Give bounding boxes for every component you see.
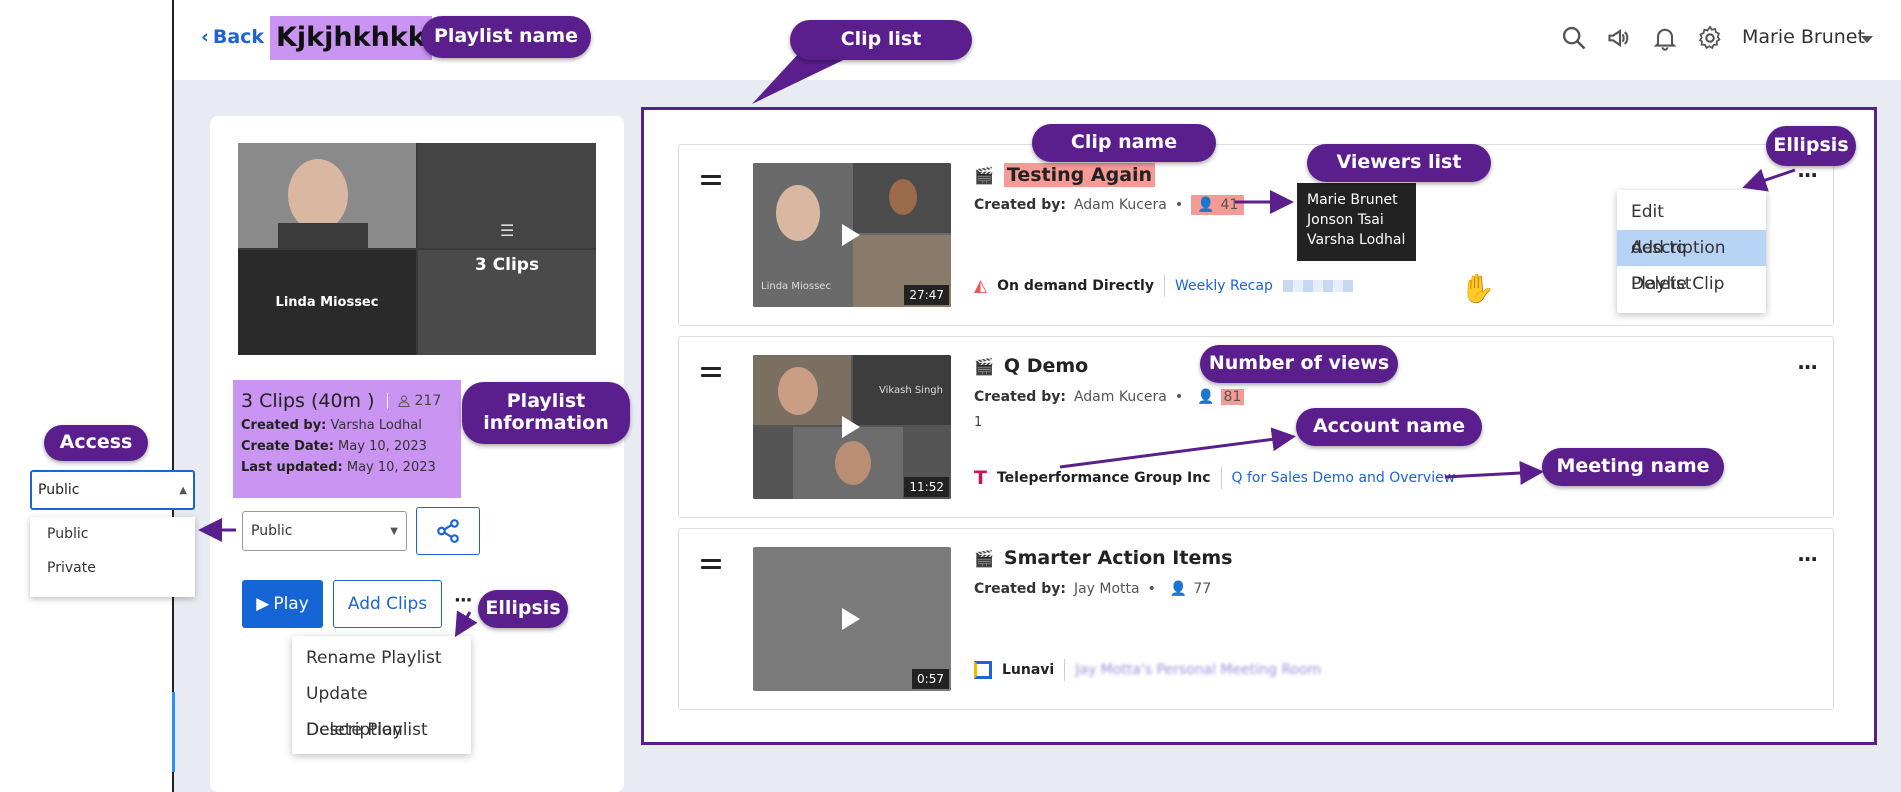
arrow-line [1059,427,1296,469]
arrow-line [1742,168,1796,192]
callout-clip-list: Clip list [790,20,972,60]
callout-viewers-list: Viewers list [1307,144,1491,182]
callout-number-of-views: Number of views [1200,345,1398,383]
callout-account-name: Account name [1296,408,1482,446]
callout-access: Access [44,425,148,461]
callout-ellipsis-top: Ellipsis [1766,126,1856,166]
callout-clip-name: Clip name [1032,124,1216,162]
callout-ellipsis-left: Ellipsis [478,590,568,628]
annotation-arrows [198,52,1796,638]
callout-meeting-name: Meeting name [1542,448,1724,486]
callout-playlist-name: Playlist name [421,16,591,58]
callout-playlist-information: Playlist information [462,382,630,444]
arrow-line [1444,460,1544,485]
arrow-line [454,610,478,638]
